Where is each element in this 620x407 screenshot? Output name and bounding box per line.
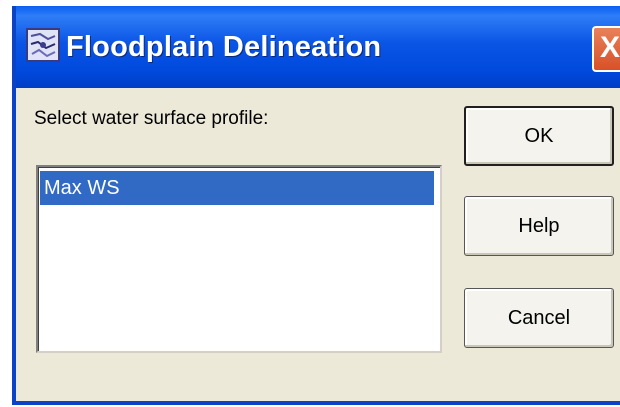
close-button[interactable]: X — [592, 26, 620, 72]
profile-prompt-label: Select water surface profile: — [34, 108, 269, 129]
window-title: Floodplain Delineation — [66, 31, 382, 63]
app-icon-graphic — [28, 30, 58, 60]
floodplain-app-icon — [26, 28, 60, 62]
cancel-button[interactable]: Cancel — [464, 288, 614, 348]
ok-button[interactable]: OK — [464, 106, 614, 166]
title-bar[interactable]: Floodplain Delineation X — [16, 6, 620, 88]
profile-listbox[interactable]: Max WS — [36, 165, 442, 353]
list-item[interactable]: Max WS — [40, 171, 434, 205]
close-icon: X — [599, 31, 620, 64]
help-button[interactable]: Help — [464, 196, 614, 256]
dialog-window: Floodplain Delineation X Select water su… — [12, 6, 620, 405]
